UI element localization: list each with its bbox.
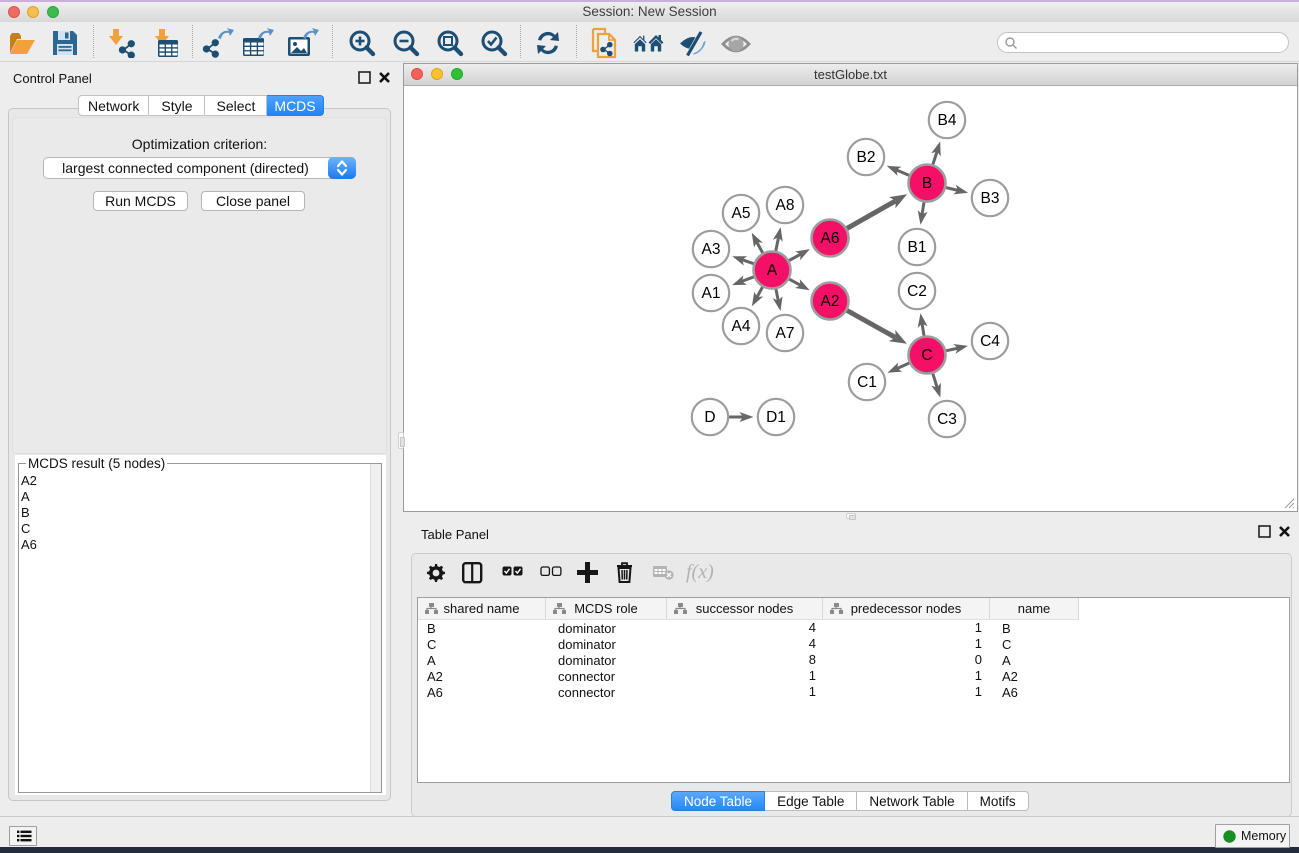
svg-text:B1: B1 bbox=[908, 239, 927, 256]
svg-text:B4: B4 bbox=[938, 112, 957, 129]
svg-text:C2: C2 bbox=[907, 283, 927, 300]
svg-text:A5: A5 bbox=[732, 205, 751, 222]
svg-text:A4: A4 bbox=[732, 318, 751, 335]
svg-text:A3: A3 bbox=[702, 241, 721, 258]
svg-text:D: D bbox=[704, 409, 715, 426]
svg-text:B3: B3 bbox=[981, 190, 1000, 207]
svg-text:C1: C1 bbox=[857, 374, 877, 391]
svg-text:A1: A1 bbox=[702, 285, 721, 302]
svg-text:A2: A2 bbox=[821, 293, 840, 310]
svg-text:B: B bbox=[922, 175, 932, 192]
svg-text:C3: C3 bbox=[937, 411, 957, 428]
svg-text:A6: A6 bbox=[821, 230, 840, 247]
svg-text:C4: C4 bbox=[980, 333, 1000, 350]
svg-text:D1: D1 bbox=[766, 409, 786, 426]
svg-text:A7: A7 bbox=[776, 325, 795, 342]
svg-text:B2: B2 bbox=[857, 149, 876, 166]
svg-text:C: C bbox=[921, 347, 932, 364]
svg-text:A8: A8 bbox=[776, 197, 795, 214]
svg-text:A: A bbox=[767, 262, 778, 279]
